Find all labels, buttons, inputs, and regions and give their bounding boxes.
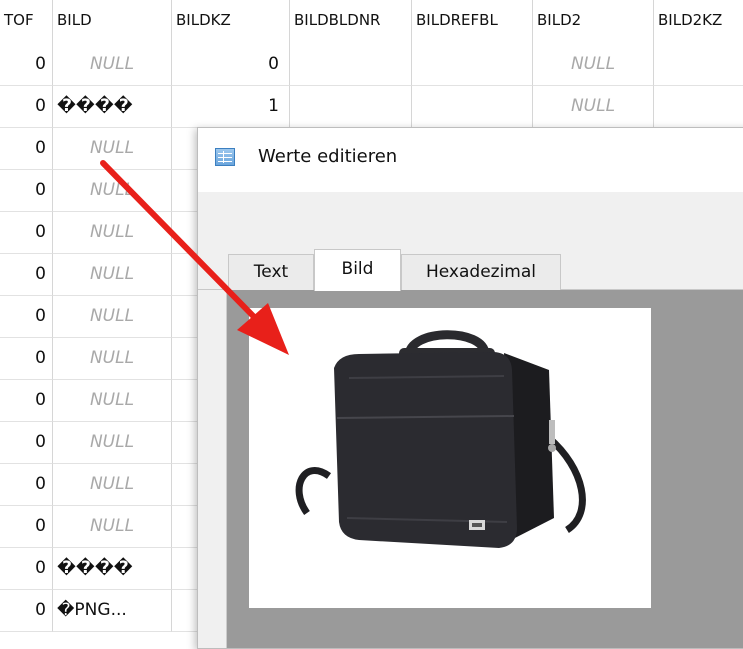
image-preview (249, 308, 651, 608)
table-cell-bild[interactable]: NULL (53, 338, 172, 380)
table-cell-bildrefbl[interactable] (412, 44, 533, 86)
table-cell-bild2[interactable]: NULL (533, 86, 654, 128)
table-cell-bild2[interactable]: NULL (533, 44, 654, 86)
tab-hexadezimal[interactable]: Hexadezimal (401, 254, 561, 290)
table-cell-tof[interactable]: 0 (0, 380, 53, 422)
column-header-tof[interactable]: TOF (0, 0, 53, 44)
column-header-bild2kz[interactable]: BILD2KZ (654, 0, 743, 44)
table-cell-bildbldnr[interactable] (290, 44, 412, 86)
table-cell-tof[interactable]: 0 (0, 590, 53, 632)
table-cell-bild[interactable]: NULL (53, 506, 172, 548)
image-panel (226, 290, 743, 648)
dialog-titlebar[interactable]: Werte editieren (198, 128, 743, 192)
table-cell-bildrefbl[interactable] (412, 86, 533, 128)
column-header-bild[interactable]: BILD (53, 0, 172, 44)
table-cell-tof[interactable]: 0 (0, 170, 53, 212)
table-cell-tof[interactable]: 0 (0, 296, 53, 338)
table-cell-bild[interactable]: NULL (53, 422, 172, 464)
table-cell-bild[interactable]: NULL (53, 296, 172, 338)
laptop-bag-image (295, 330, 586, 548)
tab-bild[interactable]: Bild (314, 249, 401, 291)
table-cell-bild[interactable]: NULL (53, 464, 172, 506)
table-cell-tof[interactable]: 0 (0, 212, 53, 254)
table-cell-bildkz[interactable]: 1 (172, 86, 290, 128)
column-header-bildbldnr[interactable]: BILDBLDNR (290, 0, 412, 44)
table-cell-bildbldnr[interactable] (290, 86, 412, 128)
table-cell-tof[interactable]: 0 (0, 464, 53, 506)
table-cell-bild[interactable]: NULL (53, 170, 172, 212)
table-cell-tof[interactable]: 0 (0, 44, 53, 86)
table-cell-bild[interactable]: ���� (53, 86, 172, 128)
table-cell-bild[interactable]: NULL (53, 128, 172, 170)
tab-strip: Text Bild Hexadezimal (198, 249, 743, 291)
table-cell-tof[interactable]: 0 (0, 254, 53, 296)
table-cell-tof[interactable]: 0 (0, 548, 53, 590)
dialog-title: Werte editieren (258, 146, 398, 167)
table-cell-tof[interactable]: 0 (0, 86, 53, 128)
table-cell-bildkz[interactable]: 0 (172, 44, 290, 86)
table-cell-bild[interactable]: NULL (53, 212, 172, 254)
column-header-bildrefbl[interactable]: BILDREFBL (412, 0, 533, 44)
table-cell-bild2kz[interactable] (654, 44, 743, 86)
column-header-bildkz[interactable]: BILDKZ (172, 0, 290, 44)
table-cell-bild[interactable]: ���� (53, 548, 172, 590)
table-cell-tof[interactable]: 0 (0, 338, 53, 380)
table-icon (215, 148, 235, 166)
tab-text[interactable]: Text (228, 254, 314, 290)
column-header-bild2[interactable]: BILD2 (533, 0, 654, 44)
table-cell-bild[interactable]: NULL (53, 380, 172, 422)
table-cell-tof[interactable]: 0 (0, 506, 53, 548)
table-cell-bild[interactable]: NULL (53, 44, 172, 86)
table-cell-tof[interactable]: 0 (0, 422, 53, 464)
table-cell-bild2kz[interactable] (654, 86, 743, 128)
edit-values-dialog[interactable]: Werte editieren Text Bild Hexadezimal (197, 127, 743, 649)
table-cell-bild[interactable]: �PNG... (53, 590, 172, 632)
table-cell-tof[interactable]: 0 (0, 128, 53, 170)
table-cell-bild[interactable]: NULL (53, 254, 172, 296)
